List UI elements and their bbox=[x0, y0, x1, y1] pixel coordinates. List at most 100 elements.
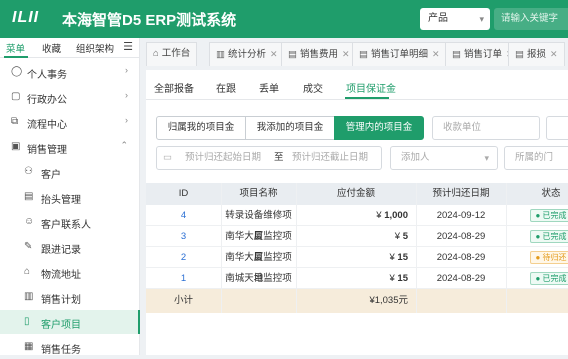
table-row[interactable]: 4 转录设备维修项目 ¥ 1,000 2024-09-12 ● 已完成 bbox=[146, 205, 568, 242]
menu-toggle-icon[interactable]: ☰ bbox=[123, 40, 133, 53]
sidebar-item-label: 流程中心 bbox=[27, 120, 67, 131]
cell-status: ● 待归还 bbox=[506, 247, 568, 268]
sidebar-item[interactable]: ▦ 销售任务 bbox=[0, 335, 140, 359]
cell-return-date: 2024-08-29 bbox=[436, 231, 486, 242]
sidebar-item[interactable]: ⚇ 客户 bbox=[0, 160, 140, 184]
app-title: 本海智管D5 ERP测试系统 bbox=[62, 12, 237, 29]
segment-added-by-me[interactable]: 我添加的项目金 bbox=[245, 116, 335, 140]
date-to: 预计归还截止日期 bbox=[292, 152, 369, 163]
chevron-right-icon: › bbox=[125, 90, 128, 100]
briefcase-icon: ▢ bbox=[11, 91, 21, 102]
sidebar-item[interactable]: ▣ 销售管理 ⌃ bbox=[0, 135, 140, 159]
sidebar-tab-favorites[interactable]: 收藏 bbox=[42, 41, 61, 55]
sidebar-item-label: 销售计划 bbox=[41, 295, 81, 306]
segment-mine[interactable]: 归属我的项目金 bbox=[156, 116, 246, 140]
sidebar-item[interactable]: ▥ 销售计划 bbox=[0, 285, 140, 309]
cell-id[interactable]: 3 bbox=[146, 226, 221, 247]
close-icon[interactable]: ✕ bbox=[550, 49, 558, 59]
chart-icon: ▥ bbox=[216, 49, 225, 60]
sidebar-item[interactable]: ▢ 行政办公 › bbox=[0, 85, 140, 109]
department-select[interactable]: 所属的门 bbox=[504, 146, 568, 170]
cell-id[interactable]: 4 bbox=[146, 205, 221, 226]
search-input[interactable]: 请输入关键字 bbox=[494, 8, 568, 30]
page-tab[interactable]: ▤ 销售费用 ✕ bbox=[281, 42, 357, 66]
close-icon[interactable]: ✕ bbox=[342, 49, 350, 59]
calendar-icon: ▭ bbox=[163, 152, 172, 163]
cell-project-name: 南城天地监控项目 bbox=[225, 273, 292, 305]
segment-managed[interactable]: 管理内的项目金 bbox=[334, 116, 424, 140]
doc-icon: ▤ bbox=[359, 49, 368, 60]
sidebar-tab-indicator bbox=[4, 56, 28, 58]
page-tab[interactable]: ▥ 统计分析 ✕ bbox=[209, 42, 285, 66]
sidebar-item-label: 客户 bbox=[41, 170, 61, 181]
sales-icon: ▣ bbox=[11, 141, 21, 152]
extra-filter-input[interactable] bbox=[546, 116, 568, 140]
cell-return-date: 2024-09-12 bbox=[436, 210, 486, 221]
record-icon: ✎ bbox=[24, 241, 33, 252]
tab-following[interactable]: 在跟 bbox=[216, 80, 236, 95]
sidebar-item[interactable]: ⧉ 流程中心 › bbox=[0, 110, 140, 134]
product-select[interactable]: 产品 ▾ bbox=[420, 8, 490, 30]
status-label: 已完成 bbox=[542, 274, 567, 283]
status-dot-icon: ● bbox=[535, 211, 543, 220]
sidebar-tabs: 菜单 收藏 组织架构 ☰ bbox=[0, 38, 139, 58]
sidebar-item-label: 客户项目 bbox=[41, 320, 81, 331]
status-dot-icon: ● bbox=[535, 232, 543, 241]
table-row[interactable]: 3 南华大厦监控项目 ¥ 5 2024-08-29 ● 已完成 bbox=[146, 226, 568, 263]
cell-id[interactable]: 2 bbox=[146, 247, 221, 268]
column-divider bbox=[221, 183, 222, 313]
sidebar-item-label: 行政办公 bbox=[27, 95, 67, 106]
cell-amount: ¥ 15 bbox=[296, 268, 416, 289]
sidebar-tab-menu[interactable]: 菜单 bbox=[6, 41, 25, 55]
status-dot-icon: ● bbox=[535, 253, 543, 262]
sidebar-item[interactable]: ▤ 抬头管理 bbox=[0, 185, 140, 209]
page-tab-label: 销售订单 bbox=[463, 49, 502, 60]
sidebar-tab-org[interactable]: 组织架构 bbox=[76, 41, 114, 55]
status-badge: ● 已完成 bbox=[530, 230, 568, 243]
currency-symbol: ¥ bbox=[389, 252, 395, 263]
sidebar-item[interactable]: ▯ 客户项目 bbox=[0, 310, 140, 334]
cell-project-name: 南华大厦监控项目 bbox=[225, 252, 292, 284]
tab-all[interactable]: 全部报备 bbox=[154, 80, 194, 95]
main-content: 全部报备 在跟 丢单 成交 项目保证金 归属我的项目金 我添加的项目金 管理内的… bbox=[146, 70, 568, 355]
column-header-project-name: 项目名称 bbox=[239, 188, 278, 199]
sidebar-item[interactable]: ✎ 跟进记录 bbox=[0, 235, 140, 259]
column-header-id: ID bbox=[178, 188, 189, 199]
tab-lost[interactable]: 丢单 bbox=[259, 80, 279, 95]
return-date-range[interactable]: ▭ 预计归还起始日期 至 预计归还截止日期 bbox=[156, 146, 382, 170]
page-tab[interactable]: ▤ 销售订单明细 ✕ bbox=[352, 42, 447, 66]
contact-icon: ☺ bbox=[24, 216, 35, 227]
amount-value: 5 bbox=[402, 231, 408, 242]
status-badge: ● 待归还 bbox=[530, 251, 568, 264]
table-row[interactable]: 2 南华大厦监控项目 ¥ 15 2024-08-29 ● 待归还 bbox=[146, 247, 568, 284]
sidebar-item[interactable]: ⌂ 物流地址 bbox=[0, 260, 140, 284]
tab-closed[interactable]: 成交 bbox=[303, 80, 323, 95]
flow-icon: ⧉ bbox=[11, 116, 19, 127]
top-bar: ILII 本海智管D5 ERP测试系统 产品 ▾ 请输入关键字 bbox=[0, 0, 568, 38]
sidebar-item-label: 客户联系人 bbox=[41, 220, 91, 231]
page-tab[interactable]: ▤ 报损 ✕ bbox=[508, 42, 565, 66]
page-tab-label: 销售费用 bbox=[299, 49, 338, 60]
column-divider bbox=[506, 183, 507, 313]
app-logo: ILII bbox=[12, 9, 40, 26]
date-from: 预计归还起始日期 bbox=[185, 152, 262, 163]
sidebar-item[interactable]: ☺ 客户联系人 bbox=[0, 210, 140, 234]
cell-return-date: 2024-08-29 bbox=[436, 252, 486, 263]
subtotal-row: 小计 ¥1,035元 bbox=[146, 289, 568, 313]
page-tab-label: 销售订单明细 bbox=[370, 49, 428, 60]
sidebar-item[interactable]: ◯ 个人事务 › bbox=[0, 60, 140, 84]
close-icon[interactable]: ✕ bbox=[432, 49, 440, 59]
sidebar-item-label: 销售任务 bbox=[41, 345, 81, 356]
chevron-down-icon: ▾ bbox=[484, 153, 489, 163]
cell-amount: ¥ 1,000 bbox=[296, 205, 416, 226]
close-icon[interactable]: ✕ bbox=[270, 49, 278, 59]
cell-id[interactable]: 1 bbox=[146, 268, 221, 289]
location-icon: ⌂ bbox=[24, 266, 31, 277]
sidebar-item-label: 抬头管理 bbox=[41, 195, 81, 206]
receiving-unit-input[interactable]: 收款单位 bbox=[432, 116, 540, 140]
adder-select[interactable]: 添加人 ▾ bbox=[390, 146, 498, 170]
tab-project-deposit[interactable]: 项目保证金 bbox=[346, 80, 396, 95]
page-tabs: ⌂工作台▥统计分析✕▤销售费用✕▤销售订单明细✕▤销售订单✕▤报损✕ bbox=[146, 42, 568, 66]
table-row[interactable]: 1南城天地监控项目¥ 152024-08-29● 已完成 bbox=[146, 268, 568, 305]
page-tab[interactable]: ⌂ 工作台 bbox=[146, 42, 198, 66]
